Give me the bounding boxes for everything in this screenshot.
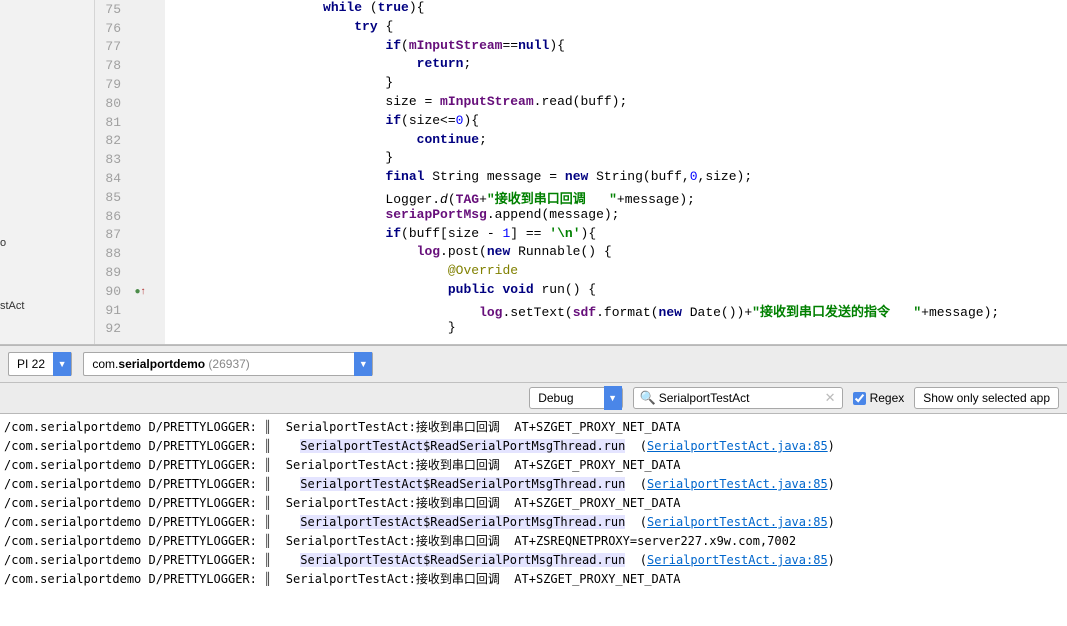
line-number: 84 bbox=[95, 171, 129, 186]
log-line[interactable]: /com.serialportdemo D/PRETTYLOGGER: ║ Se… bbox=[4, 437, 1063, 456]
log-line[interactable]: /com.serialportdemo D/PRETTYLOGGER: ║ Se… bbox=[4, 475, 1063, 494]
line-number: 82 bbox=[95, 133, 129, 148]
code-line[interactable]: if(buff[size - 1] == '\n'){ bbox=[165, 226, 1067, 245]
source-link[interactable]: SerialportTestAct.java:85 bbox=[647, 515, 828, 529]
line-number: 75 bbox=[95, 2, 129, 17]
line-number: 85 bbox=[95, 190, 129, 205]
editor-area: o stAct 75 76 77 78 79 80 81 82 83 84 85 86 87 88 89 90… bbox=[0, 0, 1067, 345]
device-label: PI 22 bbox=[17, 357, 45, 371]
code-line[interactable]: } bbox=[165, 150, 1067, 169]
code-line[interactable]: return; bbox=[165, 56, 1067, 75]
gutter-row[interactable]: 92 bbox=[95, 320, 165, 339]
logcat-toolbar: PI 22 ▼ com.serialportdemo (26937) ▼ bbox=[0, 345, 1067, 383]
gutter-row[interactable]: 85 bbox=[95, 188, 165, 207]
gutter-row[interactable]: 83 bbox=[95, 150, 165, 169]
clear-icon[interactable]: ✕ bbox=[825, 390, 836, 406]
log-line[interactable]: /com.serialportdemo D/PRETTYLOGGER: ║ Se… bbox=[4, 551, 1063, 570]
line-number: 90 bbox=[95, 284, 129, 299]
log-level-label: Debug bbox=[538, 391, 573, 405]
code-line[interactable]: while (true){ bbox=[165, 0, 1067, 19]
code-line[interactable]: @Override bbox=[165, 263, 1067, 282]
line-number: 78 bbox=[95, 58, 129, 73]
line-number: 88 bbox=[95, 246, 129, 261]
code-line[interactable]: } bbox=[165, 320, 1067, 339]
gutter-row[interactable]: 80 bbox=[95, 94, 165, 113]
logcat-search-input[interactable] bbox=[659, 391, 825, 405]
source-link[interactable]: SerialportTestAct.java:85 bbox=[647, 553, 828, 567]
line-number: 87 bbox=[95, 227, 129, 242]
chevron-down-icon: ▼ bbox=[604, 386, 622, 410]
code-line[interactable]: log.post(new Runnable() { bbox=[165, 244, 1067, 263]
line-number: 79 bbox=[95, 77, 129, 92]
code-line[interactable]: size = mInputStream.read(buff); bbox=[165, 94, 1067, 113]
gutter-row[interactable]: 78 bbox=[95, 56, 165, 75]
code-line[interactable]: continue; bbox=[165, 132, 1067, 151]
line-number: 92 bbox=[95, 321, 129, 336]
logcat-output[interactable]: /com.serialportdemo D/PRETTYLOGGER: ║ Se… bbox=[0, 414, 1067, 593]
code-line[interactable]: log.setText(sdf.format(new Date())+"接收到串… bbox=[165, 301, 1067, 320]
regex-label: Regex bbox=[870, 391, 905, 405]
show-only-dropdown[interactable]: Show only selected app bbox=[914, 387, 1059, 409]
code-line[interactable]: final String message = new String(buff,0… bbox=[165, 169, 1067, 188]
gutter-row[interactable]: 84 bbox=[95, 169, 165, 188]
log-line[interactable]: /com.serialportdemo D/PRETTYLOGGER: ║ Se… bbox=[4, 418, 1063, 437]
code-line[interactable]: } bbox=[165, 75, 1067, 94]
device-dropdown[interactable]: PI 22 ▼ bbox=[8, 352, 72, 376]
gutter-row[interactable]: 90 ↑ bbox=[95, 282, 165, 301]
code-editor[interactable]: while (true){ try { if(mInputStream==nul… bbox=[165, 0, 1067, 344]
gutter-row[interactable]: 86 bbox=[95, 207, 165, 226]
log-line[interactable]: /com.serialportdemo D/PRETTYLOGGER: ║ Se… bbox=[4, 570, 1063, 589]
regex-checkbox[interactable] bbox=[853, 392, 866, 405]
logcat-filter-bar: Debug ▼ 🔍 ✕ Regex Show only selected app bbox=[0, 383, 1067, 414]
line-number: 91 bbox=[95, 303, 129, 318]
code-line[interactable]: Logger.d(TAG+"接收到串口回调 "+message); bbox=[165, 188, 1067, 207]
arrow-up-icon: ↑ bbox=[141, 286, 146, 297]
regex-checkbox-wrap[interactable]: Regex bbox=[853, 391, 905, 405]
code-line[interactable]: public void run() { bbox=[165, 282, 1067, 301]
gutter-row[interactable]: 75 bbox=[95, 0, 165, 19]
search-icon: 🔍 bbox=[640, 390, 656, 406]
gutter-row[interactable]: 88 bbox=[95, 244, 165, 263]
rail-fragment-2: stAct bbox=[0, 300, 24, 312]
code-line[interactable]: try { bbox=[165, 19, 1067, 38]
log-level-dropdown[interactable]: Debug ▼ bbox=[529, 387, 622, 409]
log-line[interactable]: /com.serialportdemo D/PRETTYLOGGER: ║ Se… bbox=[4, 494, 1063, 513]
line-number: 83 bbox=[95, 152, 129, 167]
source-link[interactable]: SerialportTestAct.java:85 bbox=[647, 439, 828, 453]
process-label: com.serialportdemo (26937) bbox=[92, 357, 249, 371]
code-line[interactable]: seriapPortMsg.append(message); bbox=[165, 207, 1067, 226]
gutter-icon-slot: ↑ bbox=[129, 286, 151, 297]
code-line[interactable]: if(size<=0){ bbox=[165, 113, 1067, 132]
gutter-row[interactable]: 89 bbox=[95, 263, 165, 282]
chevron-down-icon: ▼ bbox=[53, 352, 71, 376]
gutter-row[interactable]: 91 bbox=[95, 301, 165, 320]
editor-gutter[interactable]: 75 76 77 78 79 80 81 82 83 84 85 86 87 88 89 90 ↑ 91 92 bbox=[95, 0, 165, 344]
log-line[interactable]: /com.serialportdemo D/PRETTYLOGGER: ║ Se… bbox=[4, 456, 1063, 475]
line-number: 81 bbox=[95, 115, 129, 130]
log-line[interactable]: /com.serialportdemo D/PRETTYLOGGER: ║ Se… bbox=[4, 532, 1063, 551]
rail-fragment-1: o bbox=[0, 237, 6, 249]
line-number: 76 bbox=[95, 21, 129, 36]
show-only-label: Show only selected app bbox=[923, 391, 1050, 405]
project-rail[interactable]: o stAct bbox=[0, 0, 95, 344]
line-number: 89 bbox=[95, 265, 129, 280]
gutter-row[interactable]: 82 bbox=[95, 132, 165, 151]
line-number: 77 bbox=[95, 39, 129, 54]
gutter-row[interactable]: 77 bbox=[95, 38, 165, 57]
gutter-row[interactable]: 76 bbox=[95, 19, 165, 38]
log-line[interactable]: /com.serialportdemo D/PRETTYLOGGER: ║ Se… bbox=[4, 513, 1063, 532]
code-line[interactable]: if(mInputStream==null){ bbox=[165, 38, 1067, 57]
gutter-row[interactable]: 87 bbox=[95, 226, 165, 245]
gutter-row[interactable]: 81 bbox=[95, 113, 165, 132]
process-dropdown[interactable]: com.serialportdemo (26937) ▼ bbox=[83, 352, 373, 376]
line-number: 86 bbox=[95, 209, 129, 224]
gutter-row[interactable]: 79 bbox=[95, 75, 165, 94]
chevron-down-icon: ▼ bbox=[354, 352, 372, 376]
logcat-search[interactable]: 🔍 ✕ bbox=[633, 387, 843, 409]
source-link[interactable]: SerialportTestAct.java:85 bbox=[647, 477, 828, 491]
line-number: 80 bbox=[95, 96, 129, 111]
